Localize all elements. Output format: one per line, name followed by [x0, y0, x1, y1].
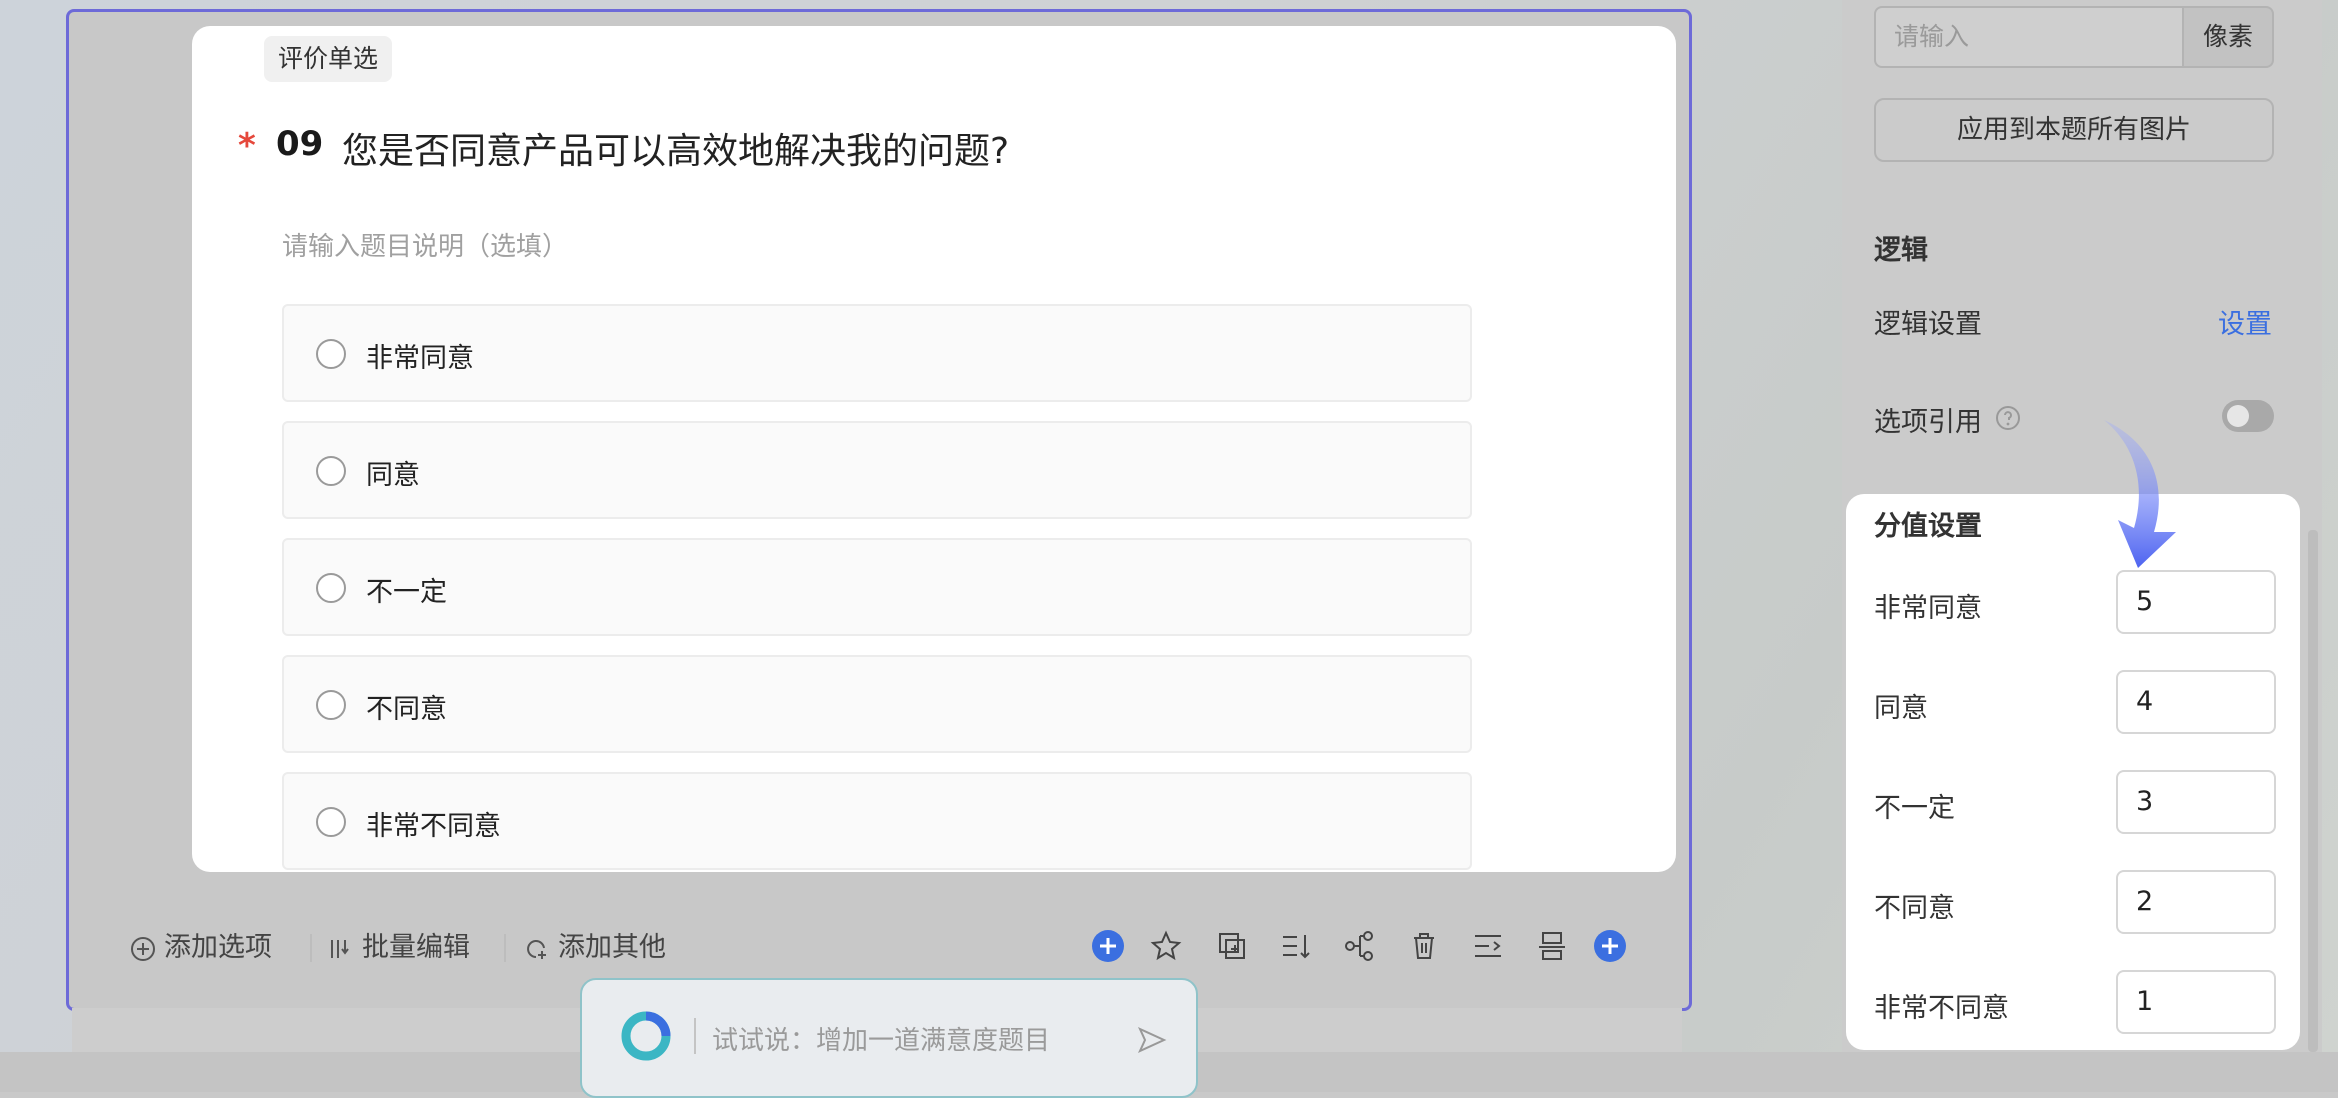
required-mark: *	[238, 126, 256, 166]
question-card[interactable]: 评价单选 * 09 您是否同意产品可以高效地解决我的问题? 请输入题目说明（选填…	[192, 26, 1676, 872]
option-label[interactable]: 非常不同意	[366, 804, 501, 843]
ai-assistant-box[interactable]: 试试说：增加一道满意度题目	[580, 978, 1198, 1098]
option-item[interactable]: 不一定	[282, 538, 1472, 636]
option-item[interactable]: 同意	[282, 421, 1472, 519]
ai-logo-icon	[621, 1011, 671, 1061]
batch-edit-icon	[331, 939, 349, 958]
score-input[interactable]: 2	[2116, 870, 2276, 934]
logic-section-title: 逻辑	[1874, 235, 1928, 266]
radio-icon[interactable]	[316, 573, 346, 603]
question-description-input[interactable]: 请输入题目说明（选填）	[282, 226, 568, 263]
option-label[interactable]: 同意	[366, 453, 420, 492]
radio-icon[interactable]	[316, 690, 346, 720]
image-size-input[interactable]: 请输入	[1874, 6, 2184, 68]
add-circle-outline-icon	[131, 936, 155, 961]
option-item[interactable]: 非常不同意	[282, 772, 1472, 870]
score-label: 非常不同意	[1874, 993, 2009, 1024]
copy-icon[interactable]	[1214, 928, 1250, 964]
score-input[interactable]: 1	[2116, 970, 2276, 1034]
add-circle-icon[interactable]	[1592, 928, 1628, 964]
add-circle-icon[interactable]	[1090, 928, 1126, 964]
radio-icon[interactable]	[316, 807, 346, 837]
ai-prompt-input[interactable]: 试试说：增加一道满意度题目	[712, 1020, 1050, 1057]
panel-scrollbar[interactable]	[2308, 530, 2318, 1052]
star-icon[interactable]	[1148, 928, 1184, 964]
image-size-unit: 像素	[2182, 6, 2274, 68]
score-input[interactable]: 4	[2116, 670, 2276, 734]
toolbar-divider	[504, 934, 506, 962]
score-label: 非常同意	[1874, 593, 1982, 624]
help-icon[interactable]	[1994, 404, 2022, 432]
batch-edit-label: 批量编辑	[362, 932, 470, 963]
indent-icon[interactable]	[1470, 928, 1506, 964]
option-item[interactable]: 非常同意	[282, 304, 1472, 402]
score-input[interactable]: 3	[2116, 770, 2276, 834]
option-label[interactable]: 不一定	[366, 570, 447, 609]
score-input[interactable]: 5	[2116, 570, 2276, 634]
send-icon[interactable]	[1136, 1024, 1168, 1056]
add-other-button[interactable]: 添加其他	[524, 928, 666, 968]
radio-icon[interactable]	[316, 456, 346, 486]
toolbar-divider	[310, 934, 312, 962]
add-option-label: 添加选项	[164, 932, 272, 963]
add-other-icon	[527, 939, 546, 959]
logic-setting-label: 逻辑设置	[1874, 309, 1982, 340]
logic-tree-icon[interactable]	[1342, 928, 1378, 964]
logic-setting-link[interactable]: 设置	[2218, 302, 2272, 341]
option-label[interactable]: 非常同意	[366, 336, 474, 375]
option-label[interactable]: 不同意	[366, 687, 447, 726]
radio-icon[interactable]	[316, 339, 346, 369]
question-type-badge: 评价单选	[264, 36, 393, 82]
score-label: 同意	[1874, 693, 1928, 724]
question-number: 09	[276, 124, 324, 164]
score-label: 不一定	[1874, 793, 1955, 824]
split-icon[interactable]	[1534, 928, 1570, 964]
option-item[interactable]: 不同意	[282, 655, 1472, 753]
ai-divider	[694, 1018, 696, 1054]
question-title[interactable]: 您是否同意产品可以高效地解决我的问题?	[342, 122, 1009, 174]
score-label: 不同意	[1874, 893, 1955, 924]
add-other-label: 添加其他	[558, 932, 666, 963]
option-reference-label: 选项引用	[1874, 407, 1982, 438]
add-option-button[interactable]: 添加选项	[130, 928, 272, 968]
delete-icon[interactable]	[1406, 928, 1442, 964]
option-reference-toggle[interactable]	[2222, 400, 2274, 432]
apply-all-images-button[interactable]: 应用到本题所有图片	[1874, 98, 2274, 162]
pointer-arrow-icon	[2104, 420, 2176, 568]
score-settings-card: 分值设置 非常同意 5 同意 4 不一定 3 不同意 2 非常不同意 1	[1846, 494, 2300, 1050]
batch-edit-button[interactable]: 批量编辑	[328, 928, 470, 968]
toggle-knob	[2227, 405, 2249, 427]
sort-icon[interactable]	[1278, 928, 1314, 964]
score-section-title: 分值设置	[1874, 511, 1982, 542]
